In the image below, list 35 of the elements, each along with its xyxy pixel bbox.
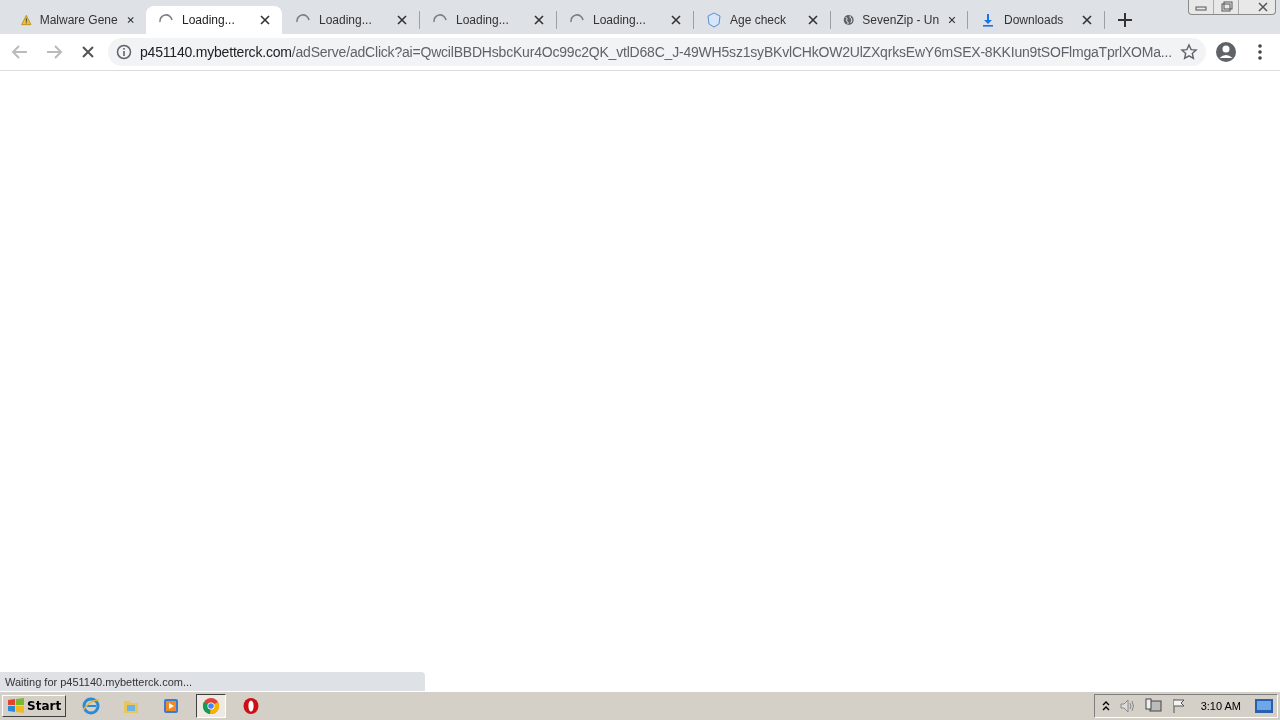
browser-tab[interactable]: Loading... [420, 6, 556, 34]
clock[interactable]: 3:10 AM [1200, 700, 1241, 712]
opera-icon [242, 697, 261, 715]
browser-tab[interactable]: Loading... [557, 6, 693, 34]
close-icon[interactable] [669, 13, 683, 27]
windows-logo-icon [7, 698, 25, 714]
globe-icon [843, 12, 855, 28]
download-icon [980, 12, 996, 28]
star-icon[interactable] [1180, 43, 1198, 61]
flag-icon[interactable] [1170, 698, 1187, 714]
browser-tab[interactable]: SevenZip - Un [831, 6, 967, 34]
browser-tab[interactable]: Malware Gene [9, 6, 145, 34]
browser-tab[interactable]: Loading... [146, 6, 282, 34]
chevron-icon[interactable] [1100, 700, 1111, 712]
show-desktop-icon[interactable] [1255, 698, 1273, 714]
taskbar-button[interactable] [196, 694, 227, 718]
browser-tab[interactable]: Downloads [968, 6, 1104, 34]
close-icon[interactable] [258, 13, 272, 27]
browser-tab[interactable]: Age check [694, 6, 830, 34]
start-button[interactable]: Start [2, 695, 67, 717]
network-icon[interactable] [1144, 698, 1163, 714]
warning-icon [21, 12, 32, 28]
close-icon[interactable] [1080, 13, 1094, 27]
shield-icon [706, 12, 722, 28]
media-player-icon [162, 697, 181, 715]
browser-tab[interactable]: Loading... [283, 6, 419, 34]
browser-e-icon [82, 697, 101, 715]
speaker-icon[interactable] [1118, 698, 1137, 714]
status-bubble: Waiting for p451140.mybetterck.com... [0, 672, 425, 691]
close-icon[interactable] [395, 13, 409, 27]
close-icon[interactable] [806, 13, 820, 27]
close-icon[interactable] [532, 13, 546, 27]
chrome-icon [202, 697, 221, 715]
address-bar[interactable]: p451140.mybetterck.com/adServe/adClick?ai=QwcilBBDHsbcKur4Oc99c2QK_vtlD68C_J-49WH5sz1syBKvlCHkOW2UlZXqrksEwY6mSEX-8KKIun9tSOFlmgaTprlXOMa... [108, 38, 1206, 66]
info-icon[interactable] [116, 44, 132, 60]
